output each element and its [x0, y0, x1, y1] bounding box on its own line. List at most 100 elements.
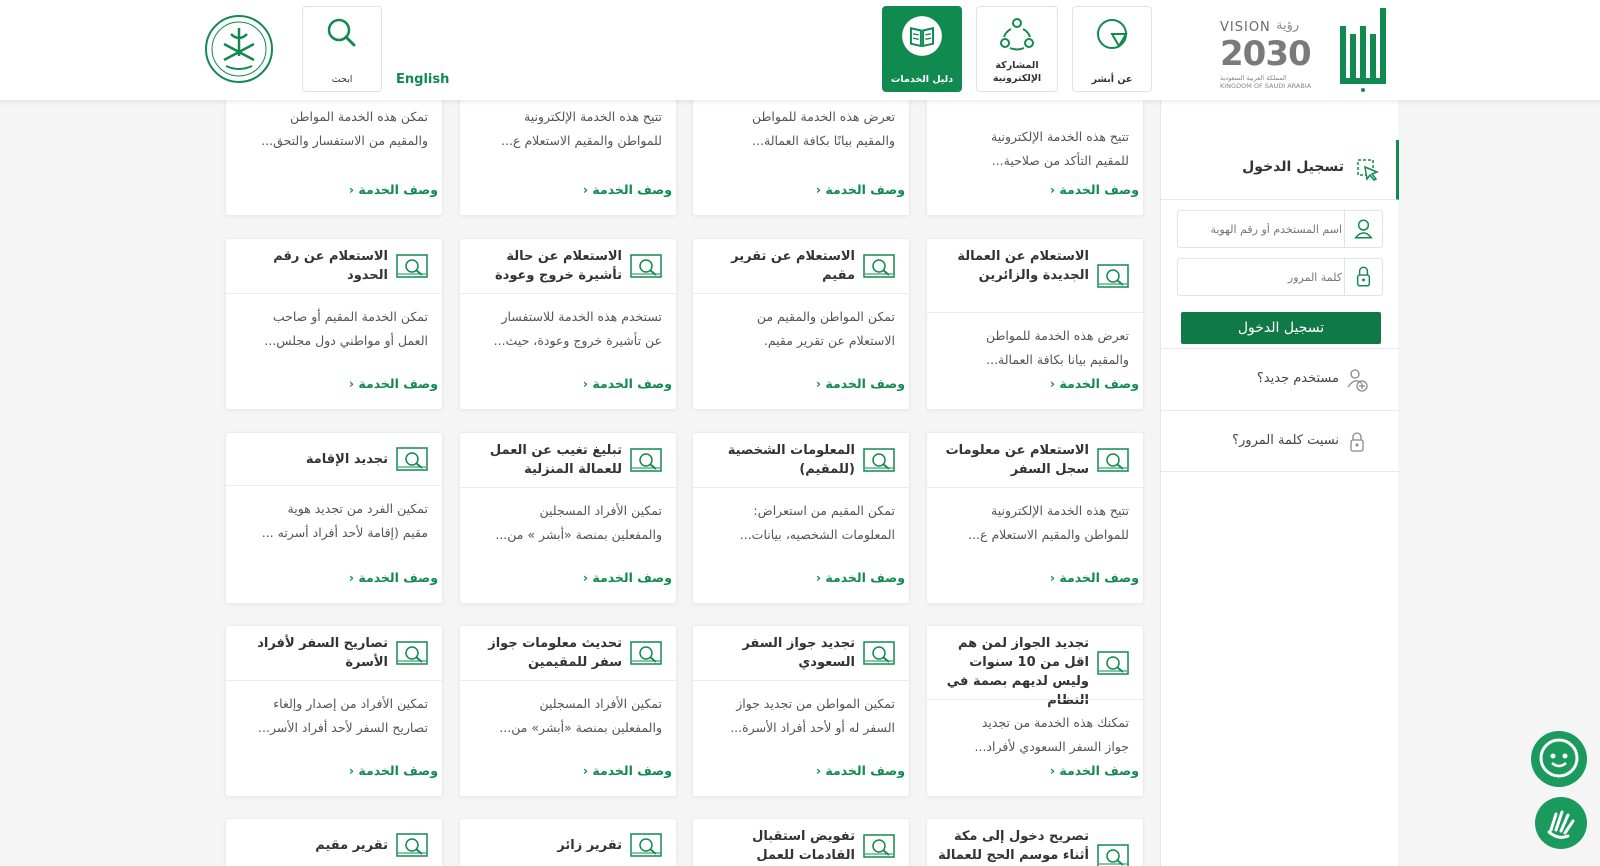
service-card-description: والمقيم بيانا بكافة العمالة...	[986, 352, 1129, 367]
service-card-description: للمقيم التأكد من صلاحية...	[991, 153, 1129, 168]
service-card-description: تعرض هذه الخدمة للمواطن	[751, 109, 895, 124]
divider	[927, 699, 1143, 700]
service-card-description: العمل أو مواطني دول مجلس...	[264, 333, 428, 348]
login-sidebar: تسجيل الدخول تسجيل الدخول مستخدم جديد؟	[1160, 100, 1399, 866]
service-card-title: تحديث معلومات جواز سفر للمقيمين	[488, 636, 622, 670]
sign-language-icon[interactable]	[1534, 796, 1588, 850]
service-card[interactable]: تصاريح السفر لأفراد الأسرة تمكين الأفراد …	[225, 625, 443, 797]
forgot-password-link[interactable]: نسيت كلمة المرور؟	[1161, 410, 1399, 472]
service-card-description: والمفعلين بمنصة «أبشر» من...	[499, 720, 662, 735]
service-description-link[interactable]: وصف الخدمة ‹	[583, 763, 672, 778]
forgot-password-label: نسيت كلمة المرور؟	[1232, 433, 1339, 448]
service-description-link[interactable]: وصف الخدمة ‹	[583, 570, 672, 585]
service-card[interactable]: المعلومات الشخصية (للمقيم) تمكن المقيم من…	[692, 432, 910, 604]
username-input[interactable]	[1182, 215, 1342, 243]
vision-arabic: رؤية	[1276, 18, 1300, 33]
english-language-link[interactable]: English	[396, 72, 449, 87]
vision-year: 2030	[1220, 34, 1312, 74]
nav-e-participation-label: المشاركة الإلكترونية	[992, 60, 1042, 84]
service-card[interactable]: تجديد الجواز لمن هم اقل من 10 سنوات وليس…	[926, 625, 1144, 797]
nav-services-guide[interactable]: دليل الخدمات	[882, 6, 962, 92]
service-description-link[interactable]: وصف الخدمة ‹	[583, 376, 672, 391]
service-card[interactable]: الاستعلام عن معلومات سجل السفر تتيح هذه ا…	[926, 432, 1144, 604]
service-card[interactable]: تتيح هذه الخدمة الإلكترونية للمواطن والمق…	[459, 88, 677, 216]
service-description-link[interactable]: وصف الخدمة ‹	[816, 182, 905, 197]
service-card-title: المعلومات الشخصية (للمقيم)	[727, 443, 855, 477]
divider	[226, 293, 442, 294]
service-search-icon	[630, 448, 662, 472]
chat-support-icon[interactable]	[1530, 730, 1588, 788]
service-description-link[interactable]: وصف الخدمة ‹	[816, 570, 905, 585]
service-card-title: تبليغ تغيب عن العمل للعمالة المنزلية	[489, 443, 622, 477]
service-card[interactable]: الاستعلام عن العمالة الجديدة والزائرين تع…	[926, 238, 1144, 410]
service-card[interactable]: تقرير زائر	[459, 818, 677, 866]
service-card-description: تمكين الأفراد من إصدار وإلغاء	[273, 696, 428, 711]
service-description-link[interactable]: وصف الخدمة ‹	[816, 376, 905, 391]
login-header: تسجيل الدخول	[1161, 140, 1399, 200]
service-card[interactable]: تبليغ تغيب عن العمل للعمالة المنزلية تمكي…	[459, 432, 677, 604]
service-card-title: تقرير مقيم	[315, 837, 388, 853]
service-description-link[interactable]: وصف الخدمة ‹	[1050, 376, 1139, 391]
cursor-click-icon	[1357, 159, 1379, 181]
service-search-icon	[1097, 843, 1129, 866]
service-card[interactable]: تفويض استقبال القادمات للعمل	[692, 818, 910, 866]
service-card-description: تتيح هذه الخدمة الإلكترونية	[524, 109, 662, 124]
service-card-description: تمكين الأفراد المسجلين	[539, 503, 662, 518]
service-card-description: المعلومات الشخصيه، بيانات...	[739, 527, 895, 542]
search-button[interactable]: ابحث	[302, 6, 382, 92]
service-card[interactable]: تجديد الإقامة تمكين الفرد من تجديد هوية مق…	[225, 432, 443, 604]
service-description-link[interactable]: وصف الخدمة ‹	[349, 182, 438, 197]
service-card[interactable]: الاستعلام عن تقرير مقيم تمكن المواطن والم…	[692, 238, 910, 410]
service-card-description: تتيح هذه الخدمة الإلكترونية	[991, 129, 1129, 144]
service-card[interactable]: تسجيل سجلتتيح هذه الخدمة الإلكترونيةللمق…	[926, 85, 1144, 216]
service-card-description: تصاريح السفر لأحد أفراد الأسر...	[258, 720, 428, 735]
service-search-icon	[630, 833, 662, 857]
service-search-icon	[630, 641, 662, 665]
service-card-title: تفويض استقبال القادمات للعمل	[752, 829, 855, 863]
service-card[interactable]: تقرير مقيم	[225, 818, 443, 866]
nav-e-participation[interactable]: المشاركة الإلكترونية	[976, 6, 1058, 92]
service-description-link[interactable]: وصف الخدمة ‹	[349, 763, 438, 778]
service-card[interactable]: الاستعلام عن رقم الحدود تمكن الخدمة المقي…	[225, 238, 443, 410]
service-card-description: للمواطن والمقيم الاستعلام ع...	[968, 527, 1129, 542]
service-card-description: للمواطن والمقيم الاستعلام ع...	[501, 133, 662, 148]
service-card-description: جواز السفر السعودي لأفراد...	[974, 739, 1130, 754]
service-card[interactable]: تمكن هذه الخدمة المواطن والمقيم من الاستف…	[225, 88, 443, 216]
service-card-description: تمكين الأفراد المسجلين	[539, 696, 662, 711]
service-card[interactable]: تعرض هذه الخدمة للمواطن والمقيم بيانًا بك…	[692, 88, 910, 216]
service-description-link[interactable]: وصف الخدمة ‹	[1050, 182, 1139, 197]
new-user-link[interactable]: مستخدم جديد؟	[1161, 348, 1399, 410]
service-description-link[interactable]: وصف الخدمة ‹	[349, 376, 438, 391]
top-header: VISION رؤية 2030 المملكة العربية السعودي…	[0, 0, 1600, 100]
password-input[interactable]	[1182, 263, 1342, 291]
vision-2030-logo: VISION رؤية 2030 المملكة العربية السعودي…	[1220, 18, 1330, 90]
service-description-link[interactable]: وصف الخدمة ‹	[1050, 763, 1139, 778]
service-search-icon	[863, 254, 895, 278]
service-card-title: تجديد الإقامة	[305, 451, 388, 467]
service-card[interactable]: تصريح دخول إلى مكة أثناء موسم الحج للعما…	[926, 818, 1144, 866]
absher-logo[interactable]	[1336, 8, 1396, 92]
nav-about-absher[interactable]: عن أبشر	[1072, 6, 1152, 92]
nav-about-label: عن أبشر	[1091, 74, 1133, 85]
service-card-description: تمكين المواطن من تجديد جواز	[736, 696, 895, 711]
service-card-title: الاستعلام عن حالة تأشيرة خروج وعودة	[494, 249, 622, 283]
service-card[interactable]: تجديد جواز السفر السعودي تمكين المواطن من…	[692, 625, 910, 797]
service-card-description: والمقيم من الاستفسار والتحق...	[261, 133, 428, 148]
service-search-icon	[396, 641, 428, 665]
service-card[interactable]: تحديث معلومات جواز سفر للمقيمين تمكين الأ…	[459, 625, 677, 797]
login-button[interactable]: تسجيل الدخول	[1181, 312, 1381, 344]
service-search-icon	[396, 254, 428, 278]
service-card-title: تصاريح السفر لأفراد الأسرة	[257, 636, 388, 670]
service-card-description: تمكن المقيم من استعراض:	[753, 503, 895, 518]
service-description-link[interactable]: وصف الخدمة ‹	[1050, 570, 1139, 585]
service-card-description: الاستعلام عن تقرير مقيم.	[763, 333, 895, 348]
service-description-link[interactable]: وصف الخدمة ‹	[583, 182, 672, 197]
service-card-title: تصريح دخول إلى مكة أثناء موسم الحج للعما…	[938, 829, 1089, 863]
leaf-icon	[1097, 19, 1128, 49]
service-description-link[interactable]: وصف الخدمة ‹	[349, 570, 438, 585]
service-card[interactable]: الاستعلام عن حالة تأشيرة خروج وعودة تستخد…	[459, 238, 677, 410]
service-description-link[interactable]: وصف الخدمة ‹	[816, 763, 905, 778]
service-search-icon	[1097, 650, 1129, 675]
nav-services-guide-label: دليل الخدمات	[890, 74, 954, 85]
people-network-icon	[1000, 18, 1034, 51]
